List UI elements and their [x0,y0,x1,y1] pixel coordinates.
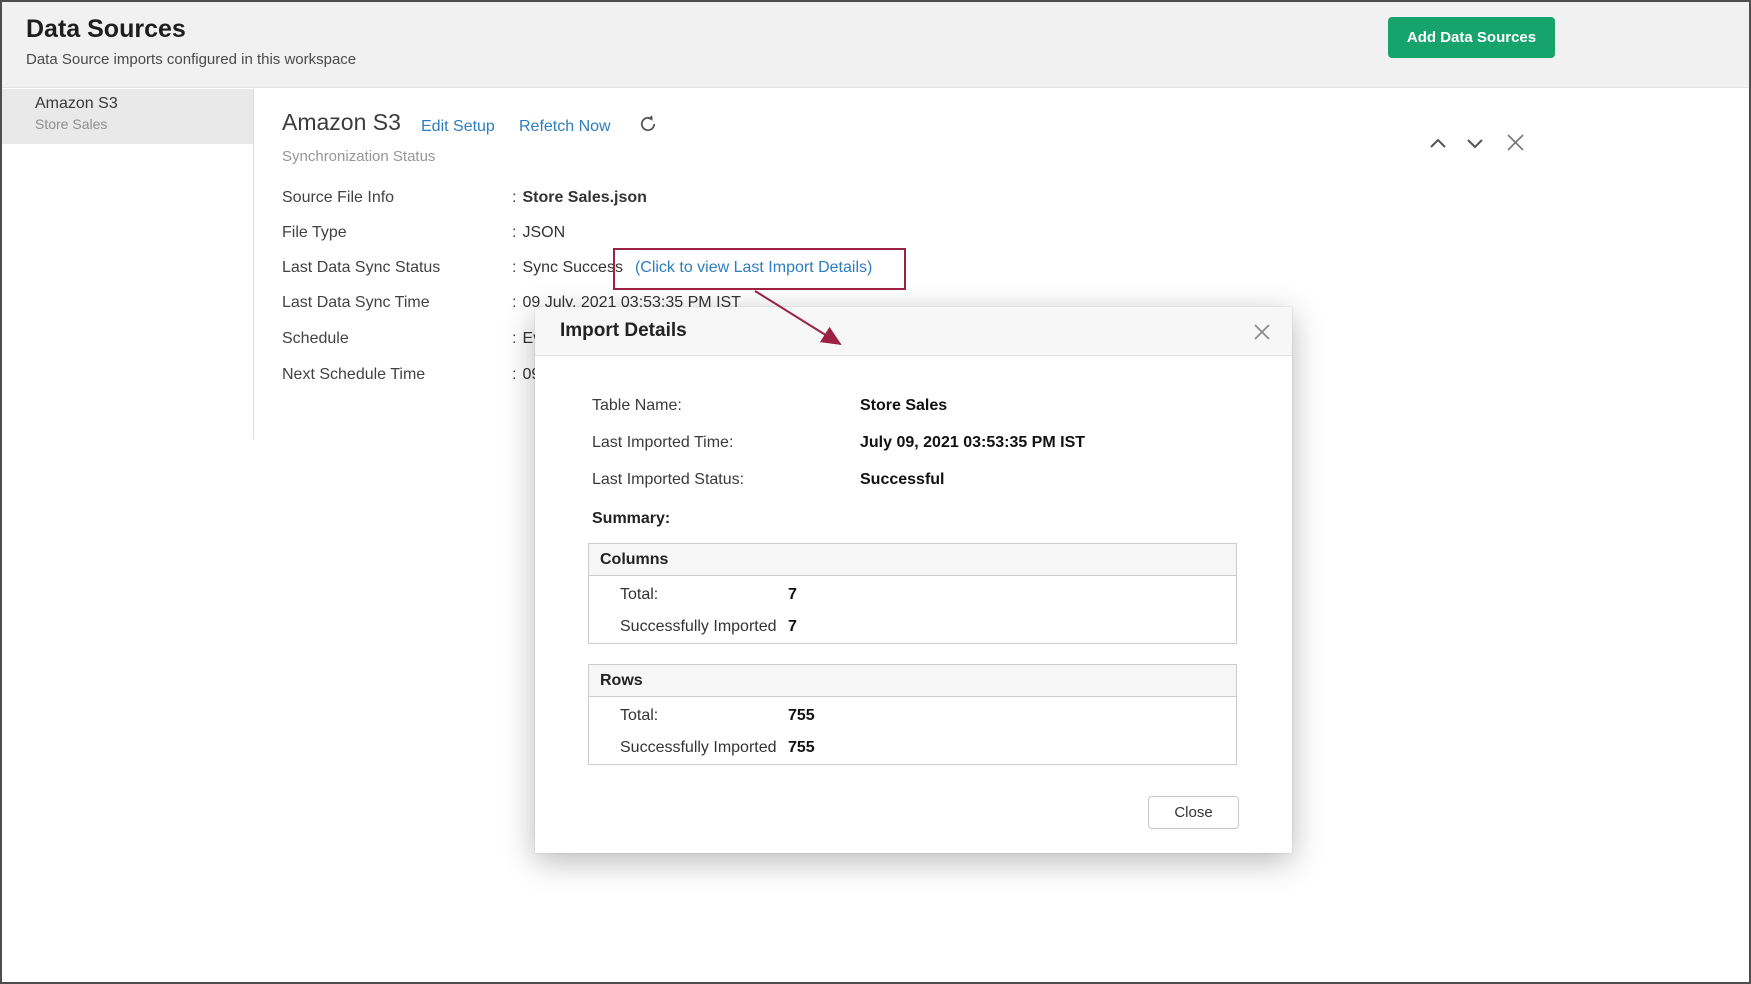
sidebar-divider [253,89,254,439]
row-label: File Type [282,224,512,242]
rows-summary-box: Rows Total:755 Successfully Imported755 [588,664,1237,765]
colon: : [512,366,516,383]
colon: : [512,259,516,276]
total-label: Total: [620,707,658,724]
row-label: Schedule [282,330,512,348]
field-label: Last Imported Time: [592,434,860,452]
colon: : [512,224,516,241]
modal-close-icon[interactable] [1252,322,1272,347]
sync-status-subtitle: Synchronization Status [282,148,435,165]
chevron-up-icon[interactable] [1429,136,1447,154]
field-label: Last Imported Status: [592,471,860,489]
page-title: Data Sources [26,15,186,44]
modal-title: Import Details [560,320,687,342]
detail-row-schedule: Schedule:Ev [282,330,541,348]
page-subtitle: Data Source imports configured in this w… [26,51,356,68]
rows-imported-row: Successfully Imported755 [620,739,777,757]
sync-status-value: Sync Success [522,259,622,276]
modal-header: Import Details [535,307,1292,356]
row-label: Next Schedule Time [282,366,512,384]
detail-row-sync-status: Last Data Sync Status: Sync Success (Click… [282,259,872,277]
rows-box-title: Rows [589,665,1236,697]
panel-close-icon[interactable] [1505,132,1526,158]
refresh-icon[interactable] [638,114,658,139]
detail-row-next-schedule: Next Schedule Time:09 [282,366,540,384]
imported-label: Successfully Imported [620,739,777,756]
imported-label: Successfully Imported [620,618,777,635]
imported-value: 755 [788,739,815,757]
detail-row-file-type: File Type: JSON [282,224,565,242]
source-title: Amazon S3 [282,109,401,136]
field-value: Successful [860,471,944,488]
columns-total-row: Total:7 [620,586,658,604]
row-label: Last Data Sync Time [282,294,512,312]
total-label: Total: [620,586,658,603]
total-value: 7 [788,586,797,604]
data-sources-page: Data Sources Data Source imports configu… [0,0,1751,984]
sidebar-item-subtitle: Store Sales [35,116,253,132]
view-import-details-link[interactable]: (Click to view Last Import Details) [635,259,872,276]
columns-box-title: Columns [589,544,1236,576]
summary-label: Summary: [592,510,670,528]
modal-field-last-imported-status: Last Imported Status:Successful [592,471,944,489]
field-value: Store Sales [860,397,947,414]
rows-total-row: Total:755 [620,707,658,725]
columns-imported-row: Successfully Imported7 [620,618,777,636]
detail-row-source-file: Source File Info: Store Sales.json [282,189,647,207]
colon: : [512,294,516,311]
edit-setup-link[interactable]: Edit Setup [421,118,495,136]
row-value: Store Sales.json [522,189,647,206]
row-label: Source File Info [282,189,512,207]
total-value: 755 [788,707,815,725]
add-data-sources-button[interactable]: Add Data Sources [1388,17,1555,58]
row-value: JSON [522,224,565,241]
sidebar-item-title: Amazon S3 [35,95,253,113]
imported-value: 7 [788,618,797,636]
field-value: July 09, 2021 03:53:35 PM IST [860,434,1085,451]
columns-summary-box: Columns Total:7 Successfully Imported7 [588,543,1237,644]
refetch-now-link[interactable]: Refetch Now [519,118,611,136]
app-header: Data Sources Data Source imports configu… [2,2,1749,88]
row-label: Last Data Sync Status [282,259,512,277]
sidebar-item-amazon-s3[interactable]: Amazon S3 Store Sales [2,89,253,144]
modal-field-table-name: Table Name:Store Sales [592,397,947,415]
colon: : [512,189,516,206]
field-label: Table Name: [592,397,860,415]
chevron-down-icon[interactable] [1466,136,1484,154]
import-details-modal: Import Details Table Name:Store Sales La… [535,307,1292,853]
modal-field-last-imported-time: Last Imported Time:July 09, 2021 03:53:3… [592,434,1085,452]
colon: : [512,330,516,347]
close-button[interactable]: Close [1148,796,1239,829]
